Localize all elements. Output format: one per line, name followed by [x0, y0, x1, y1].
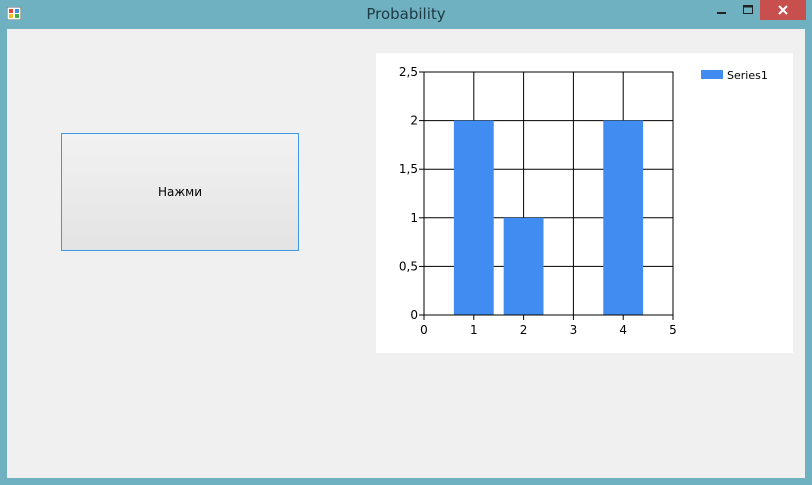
y-tick-label: 2	[410, 114, 418, 128]
x-tick-label: 5	[669, 323, 677, 337]
x-tick-label: 0	[420, 323, 428, 337]
bar	[503, 217, 544, 315]
x-tick-label: 2	[520, 323, 528, 337]
x-tick-label: 4	[619, 323, 627, 337]
form-client-area: Нажми 0 1 2 3 4 5 0 0,5 1 1,5 2 2,5 Series1	[7, 29, 805, 478]
chart-panel: 0 1 2 3 4 5 0 0,5 1 1,5 2 2,5 Series1	[376, 53, 793, 353]
y-tick-label: 0	[410, 308, 418, 322]
app-window: Probability Нажми 0 1 2 3 4 5 0 0,5 1 1,5 2 2,5 Seri…	[0, 0, 812, 485]
bar	[603, 120, 644, 315]
title-bar[interactable]: Probability	[0, 0, 812, 29]
y-tick-label: 0,5	[399, 259, 418, 273]
y-tick-label: 1	[410, 211, 418, 225]
x-tick-label: 3	[570, 323, 578, 337]
y-tick-label: 1,5	[399, 162, 418, 176]
window-title: Probability	[366, 5, 446, 23]
bar-chart: 0 1 2 3 4 5 0 0,5 1 1,5 2 2,5 Series1	[399, 65, 768, 337]
x-tick-label: 1	[470, 323, 478, 337]
bar	[453, 120, 494, 315]
press-button[interactable]: Нажми	[61, 133, 299, 251]
legend-swatch	[701, 70, 723, 79]
maximize-icon	[742, 5, 753, 14]
close-icon	[778, 5, 788, 15]
minimize-icon	[716, 12, 726, 14]
minimize-button[interactable]	[708, 0, 735, 20]
close-button[interactable]	[760, 0, 806, 20]
maximize-button[interactable]	[735, 0, 761, 20]
y-tick-label: 2,5	[399, 65, 418, 79]
legend-label: Series1	[727, 69, 768, 82]
